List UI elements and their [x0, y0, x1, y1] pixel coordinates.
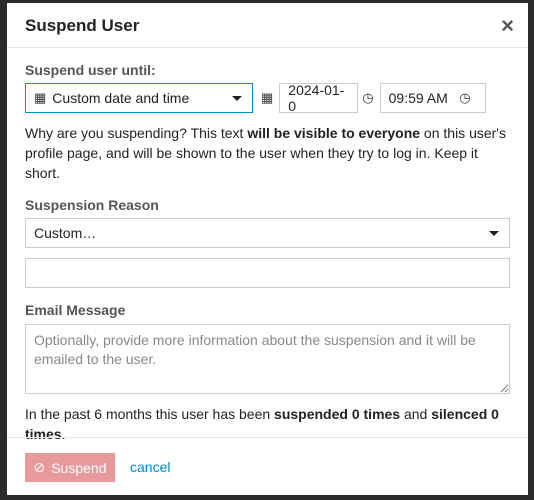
suspend-until-select[interactable]: ▦ Custom date and time: [25, 83, 253, 113]
time-value: 09:59 AM: [388, 90, 448, 106]
custom-reason-input[interactable]: [25, 258, 510, 288]
clock-icon: ◷: [459, 90, 471, 105]
selected-value: Custom…: [34, 225, 97, 241]
date-value: 2024-01-0: [288, 82, 345, 114]
calendar-icon: ▦: [34, 90, 47, 105]
suspend-button[interactable]: ⊘ Suspend: [25, 453, 115, 482]
suspend-until-label: Suspend user until:: [25, 62, 156, 78]
selected-value: Custom date and time: [52, 90, 190, 106]
calendar-icon: ▦: [261, 90, 274, 105]
close-icon[interactable]: ×: [501, 13, 514, 39]
date-input[interactable]: 2024-01-0: [279, 82, 359, 114]
suspension-reason-select[interactable]: Custom…: [25, 218, 510, 248]
email-message-label: Email Message: [25, 302, 126, 318]
suspension-reason-label: Suspension Reason: [25, 197, 159, 213]
time-input[interactable]: 09:59 AM ◷: [379, 83, 486, 113]
modal-footer: ⊘ Suspend cancel: [7, 437, 528, 482]
visibility-notice: Why are you suspending? This text will b…: [25, 125, 506, 181]
suspend-user-modal: Suspend User × Suspend user until: ▦ Cus…: [7, 3, 528, 495]
chevron-down-icon: [232, 96, 242, 101]
modal-title: Suspend User: [25, 16, 140, 35]
clock-icon: ◷: [362, 90, 374, 105]
cancel-link[interactable]: cancel: [130, 459, 170, 475]
ban-icon: ⊘: [33, 459, 46, 475]
chevron-down-icon: [489, 231, 499, 236]
email-message-textarea[interactable]: [25, 324, 510, 394]
suspension-history: In the past 6 months this user has been …: [25, 406, 499, 442]
modal-header: Suspend User ×: [7, 3, 528, 48]
